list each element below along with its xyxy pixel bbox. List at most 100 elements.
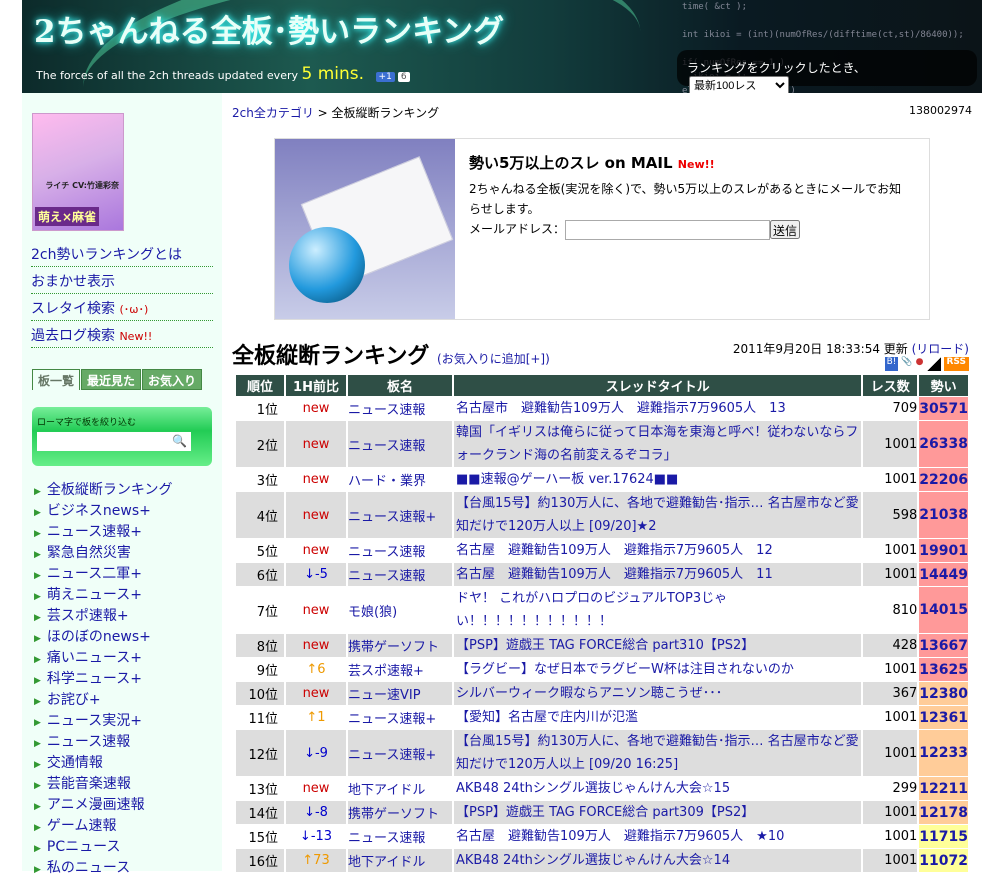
link-about[interactable]: 2ch勢いランキングとは — [31, 240, 213, 267]
tab-board-list[interactable]: 板一覧 — [32, 369, 81, 390]
board-link[interactable]: 芸スポ速報+ — [348, 664, 424, 679]
board-link[interactable]: ▶ 私のニュース — [34, 857, 173, 878]
board-link[interactable]: ▶ 全板縦断ランキング — [34, 479, 173, 500]
board-link[interactable]: ▶ PCニュース — [34, 836, 173, 857]
thread-link[interactable]: 名古屋 避難勧告109万人 避難指示7万9605人 11 — [456, 567, 773, 582]
board-link-label[interactable]: アニメ漫画速報 — [47, 797, 145, 813]
breadcrumb-link[interactable]: 2ch全カテゴリ — [232, 106, 314, 120]
tab-recent[interactable]: 最近見た — [81, 369, 142, 390]
add-favorite-link[interactable]: (お気入りに追加[+]) — [437, 352, 550, 366]
board-link[interactable]: ▶ ほのぼのnews+ — [34, 626, 173, 647]
link-title-search[interactable]: スレタイ検索 (･ω･) — [31, 294, 213, 321]
board-link[interactable]: ▶ ニュース速報 — [34, 731, 173, 752]
board-link[interactable]: ニュース速報 — [348, 569, 425, 584]
board-link[interactable]: ▶ ニュース二軍+ — [34, 563, 173, 584]
board-link[interactable]: ▶ 緊急自然災害 — [34, 542, 173, 563]
board-link[interactable]: ニュース速報+ — [348, 510, 436, 525]
board-link-label[interactable]: 萌えニュース+ — [47, 587, 142, 603]
reload-link[interactable]: (リロード) — [912, 342, 969, 356]
clip-icon[interactable]: 📎 — [901, 357, 912, 371]
buzzurl-icon[interactable]: ● — [916, 357, 924, 371]
thread-link[interactable]: AKB48 24thシングル選抜じゃんけん大会☆15 — [456, 781, 730, 796]
board-link[interactable]: ▶ 痛いニュース+ — [34, 647, 173, 668]
column-header[interactable]: 板名 — [348, 375, 452, 396]
board-link-label[interactable]: ニュース二軍+ — [47, 566, 142, 582]
thread-link[interactable]: AKB48 24thシングル選抜じゃんけん大会☆14 — [456, 853, 730, 868]
board-link[interactable]: モ娘(狼) — [348, 605, 397, 620]
arrow-right-icon: ▶ — [34, 760, 41, 770]
thread-link[interactable]: 名古屋 避難勧告109万人 避難指示7万9605人 12 — [456, 543, 773, 558]
board-link-label[interactable]: 全板縦断ランキング — [47, 482, 173, 498]
thread-link[interactable]: ドヤ！ これがハロプロのビジュアルTOP3じゃい！！！！！！！！！！！ — [456, 591, 727, 629]
board-link-label[interactable]: 痛いニュース+ — [47, 650, 142, 666]
board-link-label[interactable]: ニュース速報 — [47, 734, 130, 750]
column-header[interactable]: レス数 — [863, 375, 918, 396]
thread-link[interactable]: 名古屋 避難勧告109万人 避難指示7万9605人 ★10 — [456, 829, 784, 844]
column-header[interactable]: 順位 — [236, 375, 284, 396]
thread-link[interactable]: 【ラグビー】なぜ日本でラグビーW杯は注目されないのか — [456, 662, 794, 677]
email-field[interactable] — [565, 219, 771, 240]
board-link-label[interactable]: ビジネスnews+ — [47, 503, 151, 519]
thread-link[interactable]: 韓国「イギリスは俺らに従って日本海を東海と呼べ！従わないならフォークランド海の名… — [456, 425, 858, 463]
board-link-label[interactable]: お詫び+ — [47, 692, 101, 708]
board-link[interactable]: ▶ ニュース実況+ — [34, 710, 173, 731]
board-link[interactable]: 携帯ゲーソフト — [348, 807, 439, 822]
click-pref-select[interactable]: 最新100レス — [689, 76, 789, 93]
thread-link[interactable]: 【PSP】遊戯王 TAG FORCE総合 part309【PS2】 — [456, 805, 754, 820]
board-link-label[interactable]: PCニュース — [47, 839, 121, 855]
board-link-label[interactable]: 緊急自然災害 — [47, 545, 131, 561]
board-link[interactable]: ハード・業界 — [348, 474, 426, 489]
thread-link[interactable]: 【台風15号】約130万人に、各地で避難勧告･指示… 名古屋市など愛知だけで12… — [456, 734, 859, 772]
thread-link[interactable]: ■■速報@ゲーハー板 ver.17624■■ — [456, 472, 678, 487]
board-link[interactable]: ▶ 交通情報 — [34, 752, 173, 773]
link-log-search[interactable]: 過去ログ検索 New!! — [31, 321, 213, 348]
board-link[interactable]: ▶ お詫び+ — [34, 689, 173, 710]
board-link[interactable]: ▶ ニュース速報+ — [34, 521, 173, 542]
board-link[interactable]: ニュース速報 — [348, 831, 425, 846]
search-icon[interactable]: 🔍 — [172, 434, 187, 448]
board-link[interactable]: ニュース速報+ — [348, 748, 436, 763]
board-link[interactable]: ニュース速報 — [348, 545, 425, 560]
rss-icon[interactable]: RSS — [943, 357, 969, 371]
hatena-bookmark-icon[interactable]: B! — [884, 357, 899, 371]
board-link[interactable]: ニュース速報+ — [348, 712, 436, 727]
board-link-label[interactable]: 科学ニュース+ — [47, 671, 142, 687]
send-button[interactable]: 送信 — [770, 220, 801, 239]
board-link[interactable]: 携帯ゲーソフト — [348, 640, 439, 655]
board-link[interactable]: ニュース速報 — [348, 439, 425, 454]
column-header[interactable]: スレッドタイトル — [454, 375, 862, 396]
board-link[interactable]: ▶ 科学ニュース+ — [34, 668, 173, 689]
site-title[interactable]: 2ちゃんねる全板･勢いランキング — [34, 6, 504, 51]
google-plus-button[interactable]: +1 — [375, 72, 395, 82]
board-link-label[interactable]: ほのぼのnews+ — [47, 629, 151, 645]
tab-favorites[interactable]: お気入り — [142, 369, 203, 390]
board-link[interactable]: 地下アイドル — [348, 783, 425, 798]
board-link[interactable]: 地下アイドル — [348, 855, 425, 870]
board-link-label[interactable]: 私のニュース — [47, 860, 130, 876]
board-link-label[interactable]: ゲーム速報 — [47, 818, 117, 834]
ad-banner[interactable]: ライチ CV:竹達彩奈 萌え×麻雀 — [32, 113, 124, 231]
board-link-label[interactable]: 芸能音楽速報 — [47, 776, 131, 792]
board-link[interactable]: ▶ アニメ漫画速報 — [34, 794, 173, 815]
board-link[interactable]: ▶ ビジネスnews+ — [34, 500, 173, 521]
board-link[interactable]: ニュー速VIP — [348, 688, 421, 703]
board-link-label[interactable]: ニュース速報+ — [47, 524, 142, 540]
thread-link[interactable]: 【台風15号】約130万人に、各地で避難勧告･指示… 名古屋市など愛知だけで12… — [456, 496, 859, 534]
board-link-label[interactable]: 芸スポ速報+ — [47, 608, 129, 624]
board-link[interactable]: ▶ 芸スポ速報+ — [34, 605, 173, 626]
column-header[interactable]: 勢い — [919, 375, 968, 396]
delicious-icon[interactable] — [926, 357, 941, 371]
thread-link[interactable]: 【PSP】遊戯王 TAG FORCE総合 part310【PS2】 — [456, 638, 754, 653]
thread-link[interactable]: シルバーウィーク暇ならアニソン聴こうぜ･･･ — [456, 686, 722, 701]
board-link-label[interactable]: ニュース実況+ — [47, 713, 142, 729]
link-omakase[interactable]: おまかせ表示 — [31, 267, 213, 294]
thread-link[interactable]: 名古屋市 避難勧告109万人 避難指示7万9605人 13 — [456, 401, 786, 416]
board-link[interactable]: ▶ 芸能音楽速報 — [34, 773, 173, 794]
board-link[interactable]: ▶ 萌えニュース+ — [34, 584, 173, 605]
board-link-label[interactable]: 交通情報 — [47, 755, 103, 771]
thread-link[interactable]: 【愛知】名古屋で庄内川が氾濫 — [456, 710, 638, 725]
board-link[interactable]: ▶ ゲーム速報 — [34, 815, 173, 836]
filter-input[interactable] — [37, 432, 191, 451]
board-link[interactable]: ニュース速報 — [348, 403, 425, 418]
column-header[interactable]: 1H前比 — [286, 375, 346, 396]
